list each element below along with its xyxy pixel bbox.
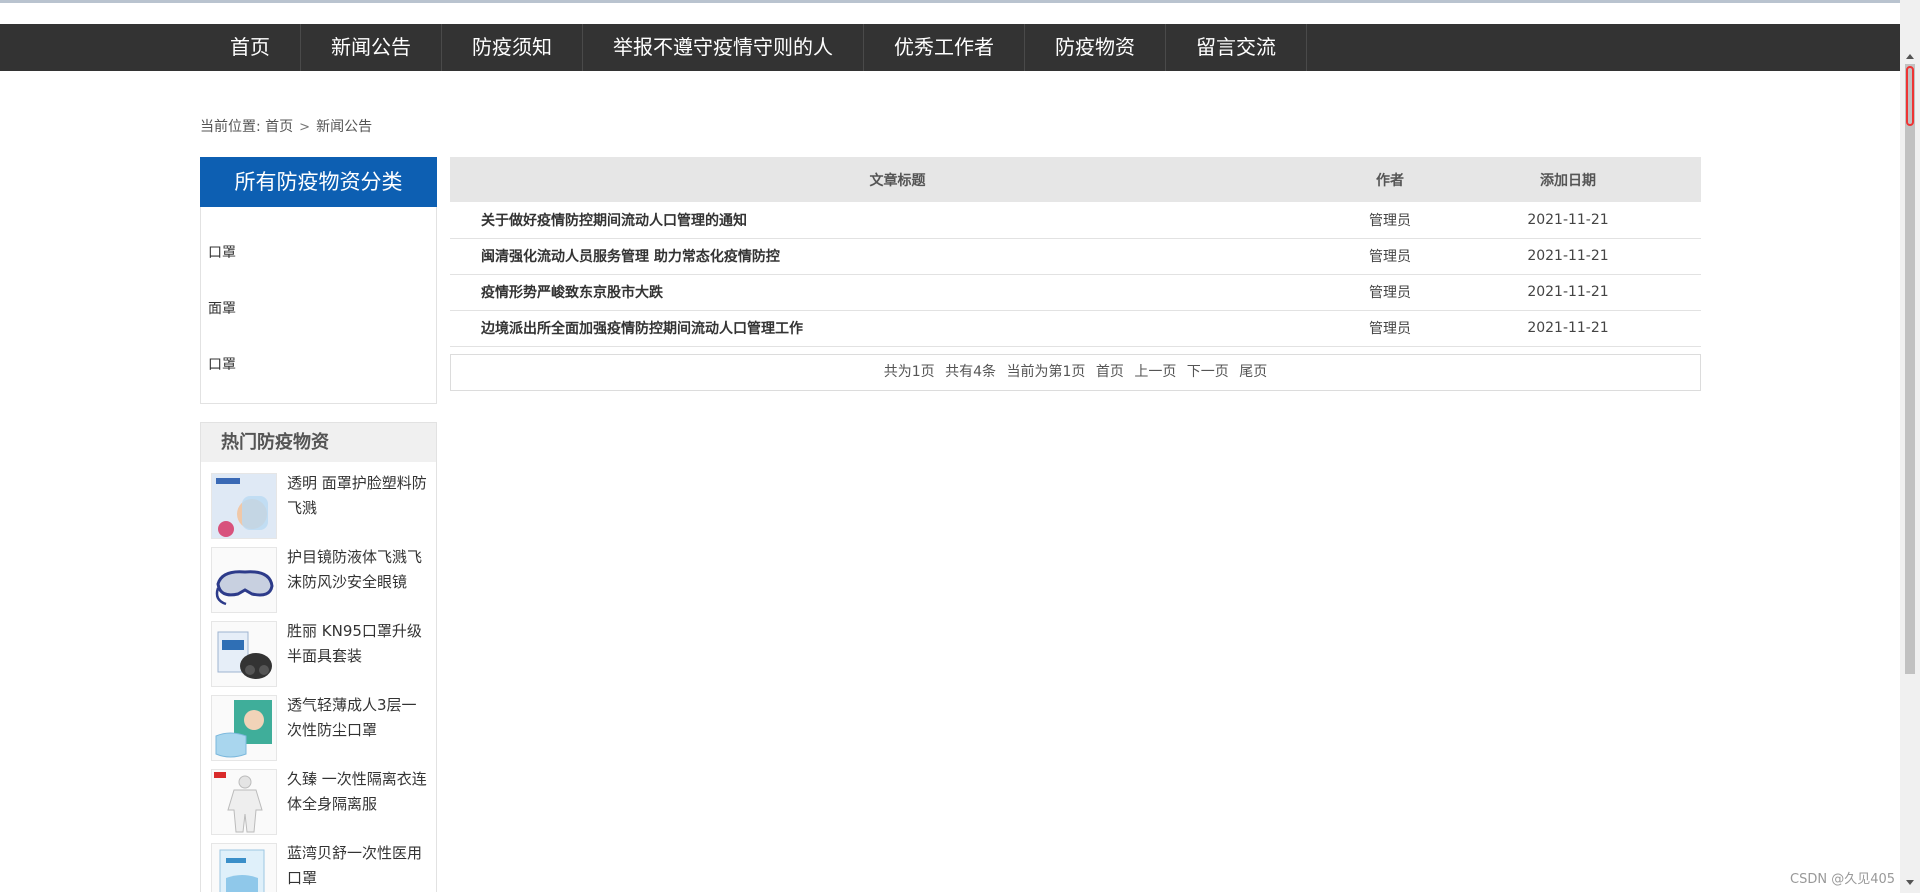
nav-items: 首页 新闻公告 防疫须知 举报不遵守疫情守则的人 优秀工作者 防疫物资 留言交流 <box>200 24 1307 71</box>
top-border-line <box>0 0 1900 3</box>
pager-last-link[interactable]: 尾页 <box>1239 364 1267 380</box>
hot-supply-item[interactable]: 透气轻薄成人3层一次性防尘口罩 <box>201 684 436 761</box>
article-title-link[interactable]: 疫情形势严峻致东京股市大跌 <box>450 274 1345 311</box>
nav-item-news[interactable]: 新闻公告 <box>301 24 442 71</box>
category-item[interactable]: 口罩 <box>208 357 436 413</box>
nav-item-workers[interactable]: 优秀工作者 <box>864 24 1025 71</box>
watermark-text: CSDN @久见405 <box>1790 872 1896 887</box>
column-header-author: 作者 <box>1376 172 1404 189</box>
table-row: 闽清强化流动人员服务管理 助力常态化疫情防控 管理员 2021-11-21 <box>450 238 1701 275</box>
hot-supply-item[interactable]: 蓝湾贝舒一次性医用口罩 <box>201 832 436 892</box>
hot-supply-name[interactable]: 久臻 一次性隔离衣连体全身隔离服 <box>287 767 429 832</box>
table-row: 关于做好疫情防控期间流动人口管理的通知 管理员 2021-11-21 <box>450 202 1701 239</box>
pager-first-link[interactable]: 首页 <box>1096 364 1124 380</box>
article-date: 2021-11-21 <box>1435 202 1701 239</box>
breadcrumb-home-link[interactable]: 首页 <box>265 119 293 135</box>
article-title-link[interactable]: 边境派出所全面加强疫情防控期间流动人口管理工作 <box>450 310 1345 347</box>
face-shield-product-image[interactable] <box>211 473 277 539</box>
category-panel-title: 所有防疫物资分类 <box>200 157 437 207</box>
protective-suit-product-image[interactable] <box>211 769 277 835</box>
breadcrumb-current[interactable]: 新闻公告 <box>316 119 372 135</box>
main-navigation: 首页 新闻公告 防疫须知 举报不遵守疫情守则的人 优秀工作者 防疫物资 留言交流 <box>0 24 1900 71</box>
pager-current-page: 当前为第1页 <box>1006 363 1086 380</box>
hot-supply-item[interactable]: 透明 面罩护脸塑料防飞溅 <box>201 462 436 539</box>
article-title-link[interactable]: 闽清强化流动人员服务管理 助力常态化疫情防控 <box>450 238 1345 275</box>
column-header-date: 添加日期 <box>1540 172 1596 189</box>
hot-supply-name[interactable]: 透气轻薄成人3层一次性防尘口罩 <box>287 693 429 758</box>
respirator-kit-product-image[interactable] <box>211 621 277 687</box>
nav-item-messages[interactable]: 留言交流 <box>1166 24 1307 71</box>
category-list: 口罩 面罩 口罩 <box>201 207 436 413</box>
article-author: 管理员 <box>1345 238 1435 275</box>
table-row: 疫情形势严峻致东京股市大跌 管理员 2021-11-21 <box>450 274 1701 311</box>
nav-item-home[interactable]: 首页 <box>200 24 301 71</box>
column-header-title: 文章标题 <box>869 172 926 189</box>
scrollbar-highlight <box>1906 66 1914 126</box>
article-title-link[interactable]: 关于做好疫情防控期间流动人口管理的通知 <box>450 202 1345 239</box>
hot-supply-item[interactable]: 久臻 一次性隔离衣连体全身隔离服 <box>201 758 436 835</box>
pager-total-items: 共有4条 <box>945 363 997 380</box>
pager-next-link[interactable]: 下一页 <box>1187 364 1229 380</box>
category-item[interactable]: 口罩 <box>208 245 436 301</box>
nav-item-supplies[interactable]: 防疫物资 <box>1025 24 1166 71</box>
hot-supplies-panel: 热门防疫物资 透明 面罩护脸塑料防飞溅 护目镜防液体飞溅飞沫防风沙安全眼镜 胜丽… <box>200 422 437 892</box>
hot-supplies-title: 热门防疫物资 <box>201 423 436 462</box>
article-date: 2021-11-21 <box>1435 238 1701 275</box>
table-row: 边境派出所全面加强疫情防控期间流动人口管理工作 管理员 2021-11-21 <box>450 310 1701 347</box>
hot-supply-item[interactable]: 护目镜防液体飞溅飞沫防风沙安全眼镜 <box>201 536 436 613</box>
breadcrumb: 当前位置: 首页 > 新闻公告 <box>200 116 372 136</box>
hot-supply-name[interactable]: 透明 面罩护脸塑料防飞溅 <box>287 471 429 536</box>
article-author: 管理员 <box>1345 274 1435 311</box>
scrollbar-thumb[interactable] <box>1905 64 1915 674</box>
disposable-mask-product-image[interactable] <box>211 695 277 761</box>
breadcrumb-separator: > <box>299 120 311 135</box>
nav-item-guidelines[interactable]: 防疫须知 <box>442 24 583 71</box>
pager-total-pages: 共为1页 <box>883 363 935 380</box>
scroll-down-arrow-icon[interactable] <box>1906 880 1914 885</box>
table-header-row: 文章标题 作者 添加日期 <box>450 157 1701 202</box>
article-list-section: 文章标题 作者 添加日期 关于做好疫情防控期间流动人口管理的通知 管理员 202… <box>450 157 1701 391</box>
article-date: 2021-11-21 <box>1435 310 1701 347</box>
article-author: 管理员 <box>1345 202 1435 239</box>
breadcrumb-prefix: 当前位置: <box>200 119 261 135</box>
hot-supply-name[interactable]: 胜丽 KN95口罩升级半面具套装 <box>287 619 429 684</box>
sidebar: 所有防疫物资分类 口罩 面罩 口罩 热门防疫物资 透明 面罩护脸塑料防飞溅 护目… <box>200 157 437 892</box>
pagination: 共为1页 共有4条 当前为第1页 首页 上一页 下一页 尾页 <box>450 353 1701 391</box>
hot-supply-name[interactable]: 蓝湾贝舒一次性医用口罩 <box>287 841 429 892</box>
article-author: 管理员 <box>1345 310 1435 347</box>
nav-item-report[interactable]: 举报不遵守疫情守则的人 <box>583 24 864 71</box>
medical-mask-product-image[interactable] <box>211 843 277 892</box>
hot-supply-name[interactable]: 护目镜防液体飞溅飞沫防风沙安全眼镜 <box>287 545 429 610</box>
category-panel: 所有防疫物资分类 口罩 面罩 口罩 <box>200 157 437 404</box>
article-date: 2021-11-21 <box>1435 274 1701 311</box>
hot-supply-item[interactable]: 胜丽 KN95口罩升级半面具套装 <box>201 610 436 687</box>
article-table: 文章标题 作者 添加日期 关于做好疫情防控期间流动人口管理的通知 管理员 202… <box>450 157 1701 347</box>
pager-prev-link[interactable]: 上一页 <box>1134 364 1176 380</box>
scroll-up-arrow-icon[interactable] <box>1906 54 1914 59</box>
page-scrollbar[interactable] <box>1900 0 1920 893</box>
goggles-product-image[interactable] <box>211 547 277 613</box>
category-item[interactable]: 面罩 <box>208 301 436 357</box>
